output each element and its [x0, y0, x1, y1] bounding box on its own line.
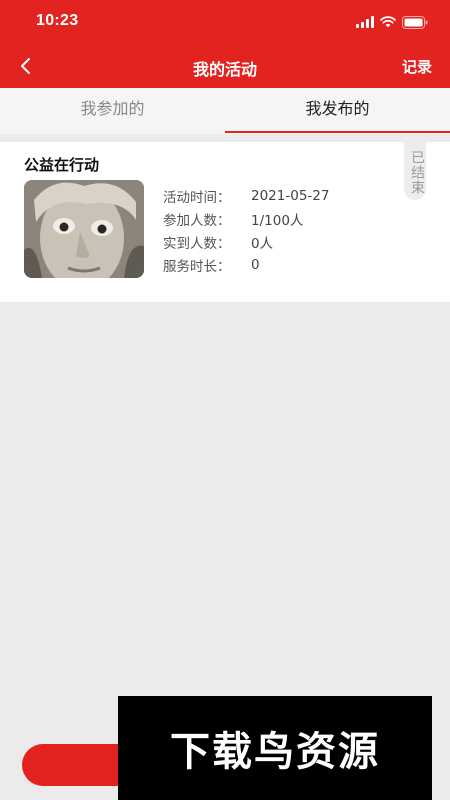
tab-published[interactable]: 我发布的	[225, 88, 450, 134]
info-value: 1/100人	[251, 212, 304, 229]
info-label: 实到人数：	[163, 235, 231, 252]
navigation-bar: 我的活动 记录	[0, 44, 450, 88]
info-label: 参加人数：	[163, 212, 231, 229]
cellular-signal-icon	[356, 16, 374, 28]
info-label: 服务时长：	[163, 258, 231, 275]
wifi-icon	[380, 16, 396, 28]
info-value: 0人	[251, 235, 274, 252]
info-value: 2021-05-27	[251, 187, 330, 204]
activity-info: 活动时间： 2021-05-27 参加人数： 1/100人 实到人数： 0人 服…	[163, 184, 329, 276]
activity-thumbnail	[24, 180, 144, 278]
status-icons	[356, 14, 428, 30]
info-row: 服务时长： 0	[163, 253, 329, 276]
status-bar: 10:23	[0, 0, 450, 44]
info-row: 活动时间： 2021-05-27	[163, 184, 329, 207]
statue-face-image	[24, 180, 144, 278]
watermark-overlay: 下载鸟资源	[118, 696, 432, 800]
battery-icon	[402, 15, 428, 29]
status-time: 10:23	[36, 12, 79, 29]
record-button[interactable]: 记录	[402, 56, 432, 77]
app-header: 10:23 我的活动 记录	[0, 0, 450, 88]
tab-bar: 我参加的 我发布的	[0, 88, 450, 134]
info-label: 活动时间：	[163, 189, 231, 206]
info-row: 参加人数： 1/100人	[163, 207, 329, 230]
activity-card[interactable]: 公益在行动 活动时间： 2021-05-27 参加人数： 1/100人 实到人数…	[0, 142, 450, 302]
page-title: 我的活动	[192, 60, 257, 79]
info-value: 0	[251, 256, 260, 273]
activity-title: 公益在行动	[24, 156, 100, 174]
info-row: 实到人数： 0人	[163, 230, 329, 253]
status-badge: 已结束	[404, 142, 426, 200]
tab-joined[interactable]: 我参加的	[0, 88, 225, 134]
